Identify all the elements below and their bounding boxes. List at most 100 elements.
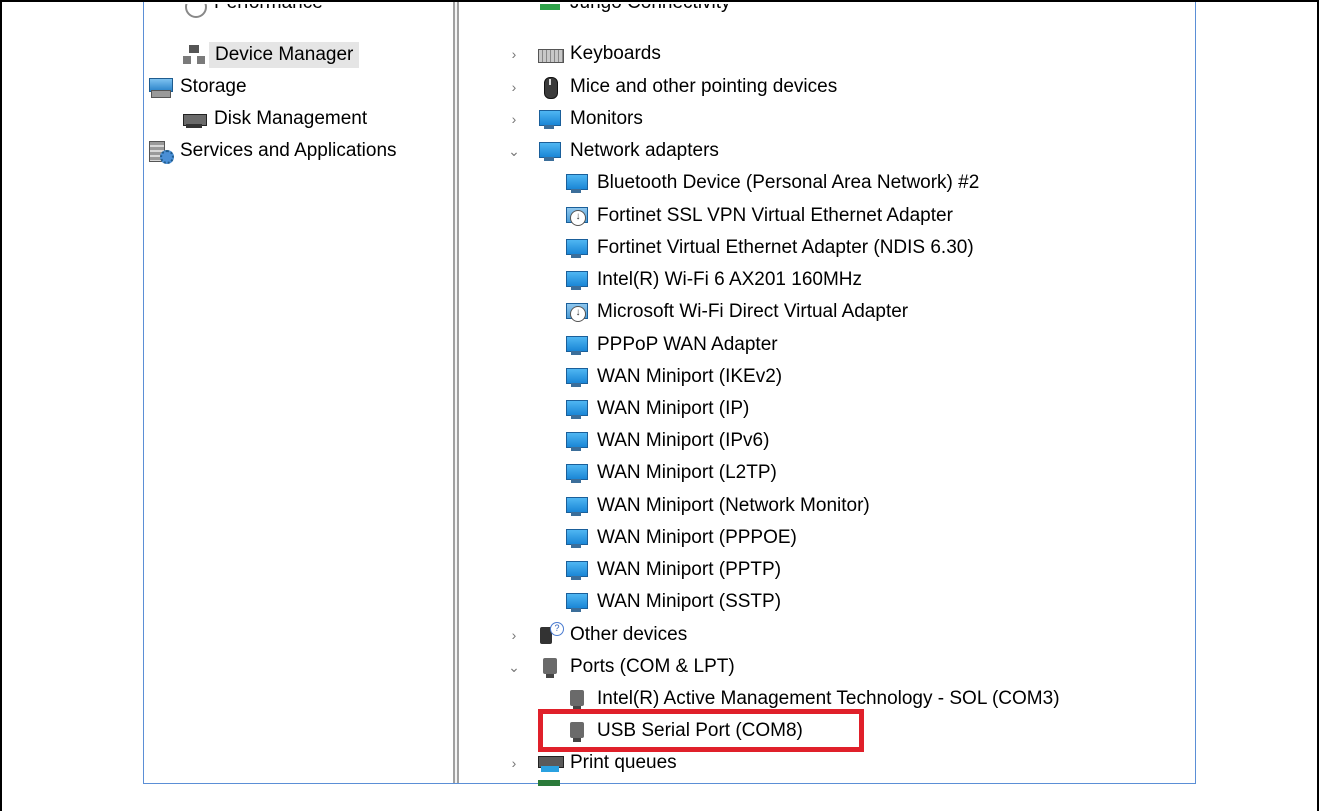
network-adapter-icon xyxy=(565,334,589,356)
keyboard-icon xyxy=(538,43,564,65)
unknown-device-icon xyxy=(538,622,564,646)
tree-item-mice[interactable]: Mice and other pointing devices xyxy=(538,72,837,102)
tree-item-label: Performance xyxy=(214,4,323,14)
tree-item-label: WAN Miniport (PPPOE) xyxy=(597,527,797,548)
tree-item-monitors[interactable]: Monitors xyxy=(538,104,643,134)
performance-icon xyxy=(182,4,207,18)
network-adapter-icon xyxy=(538,140,562,162)
port-icon xyxy=(565,720,589,742)
tree-item-network-adapter[interactable]: WAN Miniport (IKEv2) xyxy=(565,362,782,392)
tree-item-label: WAN Miniport (IP) xyxy=(597,398,750,419)
network-adapter-icon xyxy=(565,559,589,581)
tree-item-network-adapter[interactable]: Microsoft Wi-Fi Direct Virtual Adapter xyxy=(565,297,908,327)
frame-left-border xyxy=(0,0,2,811)
tree-item-network-adapter[interactable]: Intel(R) Wi-Fi 6 AX201 160MHz xyxy=(565,265,862,295)
network-adapter-icon xyxy=(565,495,589,517)
device-manager-icon xyxy=(182,44,206,66)
tree-item-label: Storage xyxy=(180,76,247,97)
tree-item-label: Mice and other pointing devices xyxy=(570,76,838,97)
tree-item-services-and-applications[interactable]: Services and Applications xyxy=(148,136,397,166)
tree-item-performance[interactable]: Performance xyxy=(182,4,323,18)
tree-item-label: Microsoft Wi-Fi Direct Virtual Adapter xyxy=(597,301,909,322)
storage-icon xyxy=(148,76,173,98)
tree-item-label: Fortinet Virtual Ethernet Adapter (NDIS … xyxy=(597,237,974,258)
tree-item-label: Monitors xyxy=(570,108,643,129)
tree-item-label: Network adapters xyxy=(570,140,719,161)
tree-item-label: Services and Applications xyxy=(180,140,397,161)
tree-item-network-adapter[interactable]: WAN Miniport (IP) xyxy=(565,394,749,424)
expand-chevron-icon[interactable]: › xyxy=(507,104,521,134)
expand-chevron-icon[interactable]: › xyxy=(507,39,521,69)
tree-item-label: Other devices xyxy=(570,624,688,645)
network-adapter-icon xyxy=(565,398,589,420)
tree-item-label: Intel(R) Active Management Technology - … xyxy=(597,688,1060,709)
collapse-chevron-icon[interactable]: ⌄ xyxy=(507,652,521,682)
monitor-icon xyxy=(538,108,562,130)
port-icon xyxy=(538,656,562,678)
tree-item-network-adapter[interactable]: Fortinet Virtual Ethernet Adapter (NDIS … xyxy=(565,233,974,263)
device-tree: Jungo Connectivity › Keyboards › Mice an… xyxy=(462,2,1195,783)
tree-item-device-manager[interactable]: Device Manager xyxy=(182,40,360,70)
tree-item-jungo-connectivity[interactable]: Jungo Connectivity xyxy=(538,4,731,18)
network-adapter-icon xyxy=(565,591,589,613)
tree-item-port[interactable]: Intel(R) Active Management Technology - … xyxy=(565,684,1060,714)
port-icon xyxy=(565,688,589,710)
expand-chevron-icon[interactable]: › xyxy=(507,72,521,102)
tree-item-label: Keyboards xyxy=(570,43,661,64)
tree-item-print-queues[interactable]: Print queues xyxy=(538,748,677,778)
mouse-icon xyxy=(538,76,562,99)
tree-item-label: Print queues xyxy=(570,752,677,773)
tree-item-network-adapter[interactable]: WAN Miniport (L2TP) xyxy=(565,458,777,488)
tree-item-label: Ports (COM & LPT) xyxy=(570,656,735,677)
tree-item-disk-management[interactable]: Disk Management xyxy=(182,104,367,134)
collapse-chevron-icon[interactable]: ⌄ xyxy=(507,136,521,166)
tree-item-label: Jungo Connectivity xyxy=(570,4,731,14)
tree-item-label: WAN Miniport (IKEv2) xyxy=(597,366,783,387)
tree-item-other-devices[interactable]: Other devices xyxy=(538,620,687,650)
services-icon xyxy=(148,140,174,164)
tree-item-network-adapter[interactable]: WAN Miniport (Network Monitor) xyxy=(565,491,870,521)
expand-chevron-icon[interactable]: › xyxy=(507,748,521,778)
tree-item-network-adapter[interactable]: Bluetooth Device (Personal Area Network)… xyxy=(565,168,979,198)
network-adapter-icon xyxy=(565,172,589,194)
tree-item-label: Device Manager xyxy=(209,42,360,68)
printer-icon xyxy=(538,752,564,774)
tree-item-ports[interactable]: Ports (COM & LPT) xyxy=(538,652,735,682)
tree-item-usb-serial-port[interactable]: USB Serial Port (COM8) xyxy=(565,716,803,746)
tree-item-label: WAN Miniport (PPTP) xyxy=(597,559,782,580)
network-adapter-icon xyxy=(565,269,589,291)
virtual-adapter-icon xyxy=(565,205,589,227)
expand-chevron-icon[interactable]: › xyxy=(507,620,521,650)
tree-item-network-adapter[interactable]: Fortinet SSL VPN Virtual Ethernet Adapte… xyxy=(565,201,953,231)
virtual-adapter-icon xyxy=(565,301,589,323)
tree-item-network-adapters[interactable]: Network adapters xyxy=(538,136,719,166)
tree-item-label: WAN Miniport (Network Monitor) xyxy=(597,495,870,516)
tree-item-label: WAN Miniport (IPv6) xyxy=(597,430,770,451)
network-adapter-icon xyxy=(565,366,589,388)
tree-item-network-adapter[interactable]: WAN Miniport (IPv6) xyxy=(565,426,769,456)
tree-item-label: Intel(R) Wi-Fi 6 AX201 160MHz xyxy=(597,269,863,290)
network-adapter-icon xyxy=(565,462,589,484)
network-adapter-icon xyxy=(565,430,589,452)
tree-item-keyboards[interactable]: Keyboards xyxy=(538,39,661,69)
tree-item-network-adapter[interactable]: WAN Miniport (PPPOE) xyxy=(565,523,797,553)
console-tree: Performance Device Manager Storage Disk … xyxy=(144,2,444,783)
tree-item-label: WAN Miniport (L2TP) xyxy=(597,462,777,483)
tree-item-label: Bluetooth Device (Personal Area Network)… xyxy=(597,172,980,193)
tree-item-network-adapter[interactable]: PPPoP WAN Adapter xyxy=(565,330,778,360)
usb-device-icon xyxy=(538,4,562,18)
network-adapter-icon xyxy=(565,527,589,549)
tree-item-label: PPPoP WAN Adapter xyxy=(597,334,778,355)
tree-item-network-adapter[interactable]: WAN Miniport (PPTP) xyxy=(565,555,781,585)
disk-management-icon xyxy=(182,108,207,130)
tree-item-network-adapter[interactable]: WAN Miniport (SSTP) xyxy=(565,587,781,617)
tree-item-label: Disk Management xyxy=(214,108,368,129)
tree-item-label: Fortinet SSL VPN Virtual Ethernet Adapte… xyxy=(597,205,953,226)
computer-management-window: Performance Device Manager Storage Disk … xyxy=(143,2,1196,784)
pane-splitter[interactable] xyxy=(453,2,459,783)
tree-item-storage[interactable]: Storage xyxy=(148,72,247,102)
tree-item-label: USB Serial Port (COM8) xyxy=(597,720,803,741)
tree-item-label: WAN Miniport (SSTP) xyxy=(597,591,782,612)
network-adapter-icon xyxy=(565,237,589,259)
partial-device-icon xyxy=(538,780,560,786)
